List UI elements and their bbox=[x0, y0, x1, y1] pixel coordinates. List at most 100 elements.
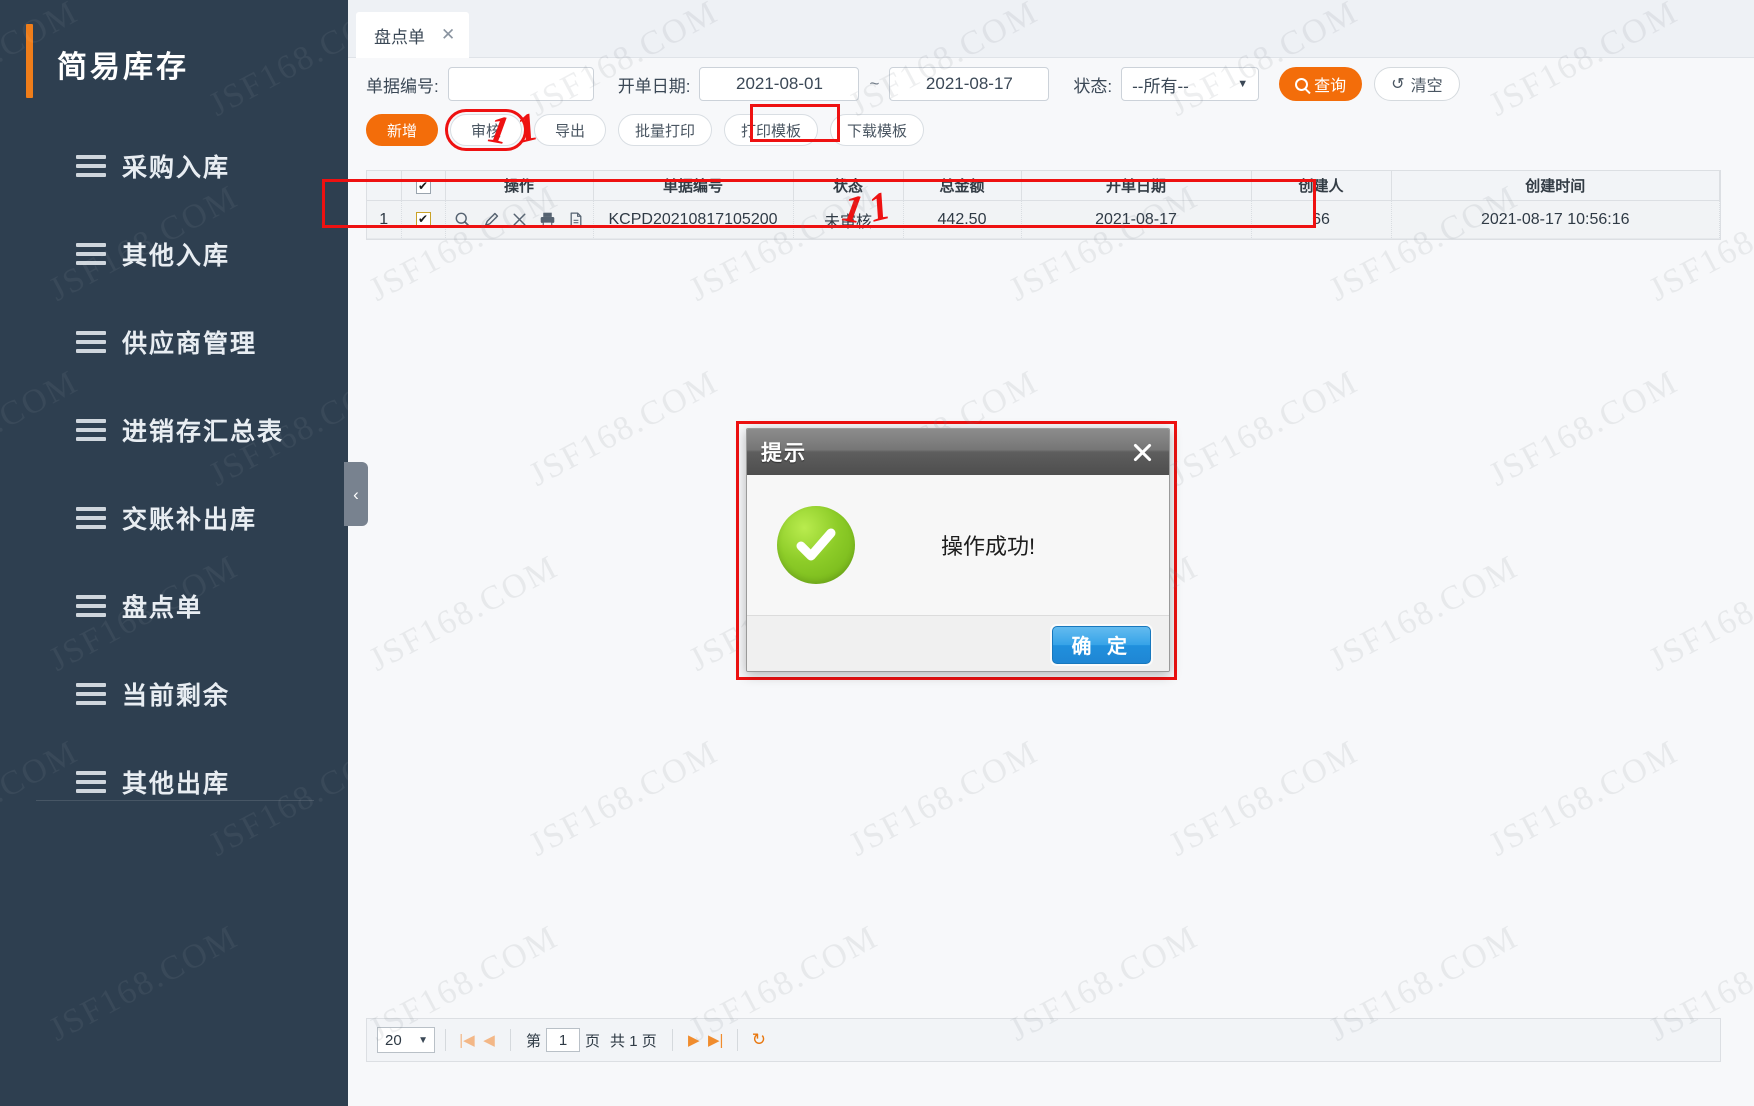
search-button[interactable]: 查询 bbox=[1279, 67, 1363, 101]
edit-icon[interactable] bbox=[483, 211, 500, 228]
sidebar-item-6[interactable]: 当前剩余 bbox=[0, 650, 348, 738]
row-select-cell[interactable]: ✔ bbox=[401, 200, 446, 239]
sidebar-item-7[interactable]: 其他出库 bbox=[0, 738, 348, 826]
action-button-0[interactable]: 新增 bbox=[366, 114, 438, 146]
action-button-5[interactable]: 下载模板 bbox=[830, 114, 925, 146]
list-icon bbox=[76, 595, 106, 617]
row-operations bbox=[445, 200, 594, 239]
sidebar-item-label: 供应商管理 bbox=[122, 330, 258, 358]
data-grid: ✔ 操作 单据编号 状态 总金额 开单日期 创建人 创建时间 1 ✔ KCPD202… bbox=[366, 170, 1721, 240]
page-size-value: 20 bbox=[385, 1031, 402, 1049]
list-icon bbox=[76, 155, 106, 177]
sidebar-item-3[interactable]: 进销存汇总表 bbox=[0, 386, 348, 474]
sidebar-item-label: 其他出库 bbox=[122, 770, 231, 798]
table-row[interactable]: 1 ✔ KCPD20210817105200 未审核 442.50 2021-08-17 6… bbox=[367, 200, 1720, 239]
search-icon bbox=[1295, 77, 1309, 91]
status-label: 状态: bbox=[1073, 76, 1113, 96]
row-amount: 442.50 bbox=[903, 200, 1022, 239]
row-creator: 66 bbox=[1251, 200, 1392, 239]
refresh-icon[interactable]: ↻ bbox=[752, 1030, 766, 1050]
search-icon[interactable] bbox=[454, 211, 471, 228]
clear-button[interactable]: ↺ 清空 bbox=[1374, 67, 1460, 101]
doc-code-label: 单据编号: bbox=[366, 76, 439, 96]
select-all-checkbox[interactable]: ✔ bbox=[415, 178, 431, 194]
action-button-3[interactable]: 批量打印 bbox=[618, 114, 713, 146]
header-index bbox=[367, 170, 402, 201]
brand-accent-bar bbox=[26, 24, 33, 98]
row-status: 未审核 bbox=[793, 200, 904, 239]
action-button-4[interactable]: 打印模板 bbox=[724, 114, 819, 146]
tab-inventory-count[interactable]: 盘点单 ✕ bbox=[356, 12, 470, 58]
dialog-title: 提示 bbox=[761, 442, 807, 465]
header-create-time: 创建时间 bbox=[1391, 170, 1720, 201]
clear-button-label: 清空 bbox=[1410, 78, 1443, 95]
tab-label: 盘点单 bbox=[374, 27, 425, 47]
first-page-button[interactable]: |◀ bbox=[456, 1031, 478, 1049]
row-checkbox[interactable]: ✔ bbox=[415, 211, 431, 227]
refresh-icon: ↺ bbox=[1391, 76, 1405, 93]
action-button-1[interactable]: 审核 bbox=[445, 109, 527, 151]
action-button-2[interactable]: 导出 bbox=[534, 114, 606, 146]
sidebar-collapse-handle[interactable]: ‹ bbox=[344, 462, 368, 526]
list-icon bbox=[76, 419, 106, 441]
page-size-select[interactable]: 20 ▼ bbox=[377, 1027, 435, 1053]
sidebar-item-label: 进销存汇总表 bbox=[122, 418, 285, 446]
dialog-footer: 确 定 bbox=[747, 615, 1169, 671]
tab-close-icon[interactable]: ✕ bbox=[441, 25, 455, 45]
action-button-label: 打印模板 bbox=[741, 122, 802, 140]
bill-date-from-input[interactable] bbox=[699, 67, 860, 101]
page-number-input[interactable] bbox=[546, 1028, 581, 1052]
bill-date-label: 开单日期: bbox=[617, 76, 691, 96]
sidebar-item-label: 采购入库 bbox=[122, 154, 231, 182]
prev-page-button[interactable]: ◀ bbox=[478, 1031, 500, 1049]
total-pages-label: 共 1 页 bbox=[610, 1032, 657, 1050]
success-check-icon bbox=[777, 506, 855, 584]
page-suffix-label: 页 bbox=[585, 1032, 601, 1050]
export-icon[interactable] bbox=[568, 211, 584, 228]
last-page-button[interactable]: ▶| bbox=[705, 1031, 727, 1049]
doc-code-input[interactable] bbox=[447, 67, 594, 101]
date-range-separator: ~ bbox=[869, 74, 880, 93]
row-bill-date: 2021-08-17 bbox=[1021, 200, 1252, 239]
action-button-label: 批量打印 bbox=[635, 122, 696, 140]
sidebar-item-1[interactable]: 其他入库 bbox=[0, 210, 348, 298]
sidebar-item-2[interactable]: 供应商管理 bbox=[0, 298, 348, 386]
app-root: 简易库存 采购入库 其他入库 供应商管理 进销存汇总表 交账补出库 盘点单 当前剩余 其他出库… bbox=[0, 0, 1754, 1106]
delete-icon[interactable] bbox=[512, 212, 527, 227]
sidebar-item-4[interactable]: 交账补出库 bbox=[0, 474, 348, 562]
dialog-body: 操作成功! bbox=[747, 475, 1169, 615]
grid-body: 1 ✔ KCPD20210817105200 未审核 442.50 2021-08-17 6… bbox=[367, 200, 1720, 239]
grid-head: ✔ 操作 单据编号 状态 总金额 开单日期 创建人 创建时间 bbox=[367, 170, 1720, 201]
brand-title: 简易库存 bbox=[57, 51, 189, 84]
action-toolbar: 新增 审核 导出 批量打印 打印模板 下载模板 bbox=[348, 108, 1754, 152]
grid-table: ✔ 操作 单据编号 状态 总金额 开单日期 创建人 创建时间 1 ✔ KCPD202… bbox=[367, 170, 1720, 239]
dialog-ok-button[interactable]: 确 定 bbox=[1052, 625, 1151, 664]
list-icon bbox=[76, 771, 106, 793]
header-select-all[interactable]: ✔ bbox=[401, 170, 446, 201]
success-dialog: 提示 操作成功! 确 定 bbox=[746, 428, 1170, 672]
sidebar-item-label: 盘点单 bbox=[122, 594, 204, 622]
bill-date-to-input[interactable] bbox=[889, 67, 1050, 101]
list-icon bbox=[76, 507, 106, 529]
next-page-button[interactable]: ▶ bbox=[683, 1031, 705, 1049]
sidebar-item-5[interactable]: 盘点单 bbox=[0, 562, 348, 650]
action-button-label: 下载模板 bbox=[847, 122, 908, 140]
close-icon[interactable] bbox=[1129, 439, 1155, 465]
header-status: 状态 bbox=[793, 170, 904, 201]
chevron-down-icon: ▼ bbox=[418, 1034, 428, 1046]
row-doc-code: KCPD20210817105200 bbox=[593, 200, 794, 239]
sidebar-item-label: 其他入库 bbox=[122, 242, 231, 270]
chevron-down-icon: ▼ bbox=[1237, 78, 1249, 90]
list-icon bbox=[76, 683, 106, 705]
print-icon[interactable] bbox=[539, 211, 556, 228]
sidebar-menu: 采购入库其他入库供应商管理进销存汇总表交账补出库盘点单当前剩余其他出库 bbox=[0, 122, 348, 826]
divider bbox=[736, 1029, 738, 1051]
filter-bar: 单据编号: 开单日期: ~ 状态: --所有-- ▼ 查询 ↺ 清空 bbox=[348, 58, 1754, 110]
header-operations: 操作 bbox=[445, 170, 594, 201]
row-index: 1 bbox=[367, 200, 402, 239]
action-button-label: 导出 bbox=[554, 122, 585, 140]
divider bbox=[671, 1029, 673, 1051]
sidebar-item-0[interactable]: 采购入库 bbox=[0, 122, 348, 210]
page-prefix-label: 第 bbox=[526, 1032, 542, 1050]
status-select[interactable]: --所有-- ▼ bbox=[1121, 67, 1260, 101]
